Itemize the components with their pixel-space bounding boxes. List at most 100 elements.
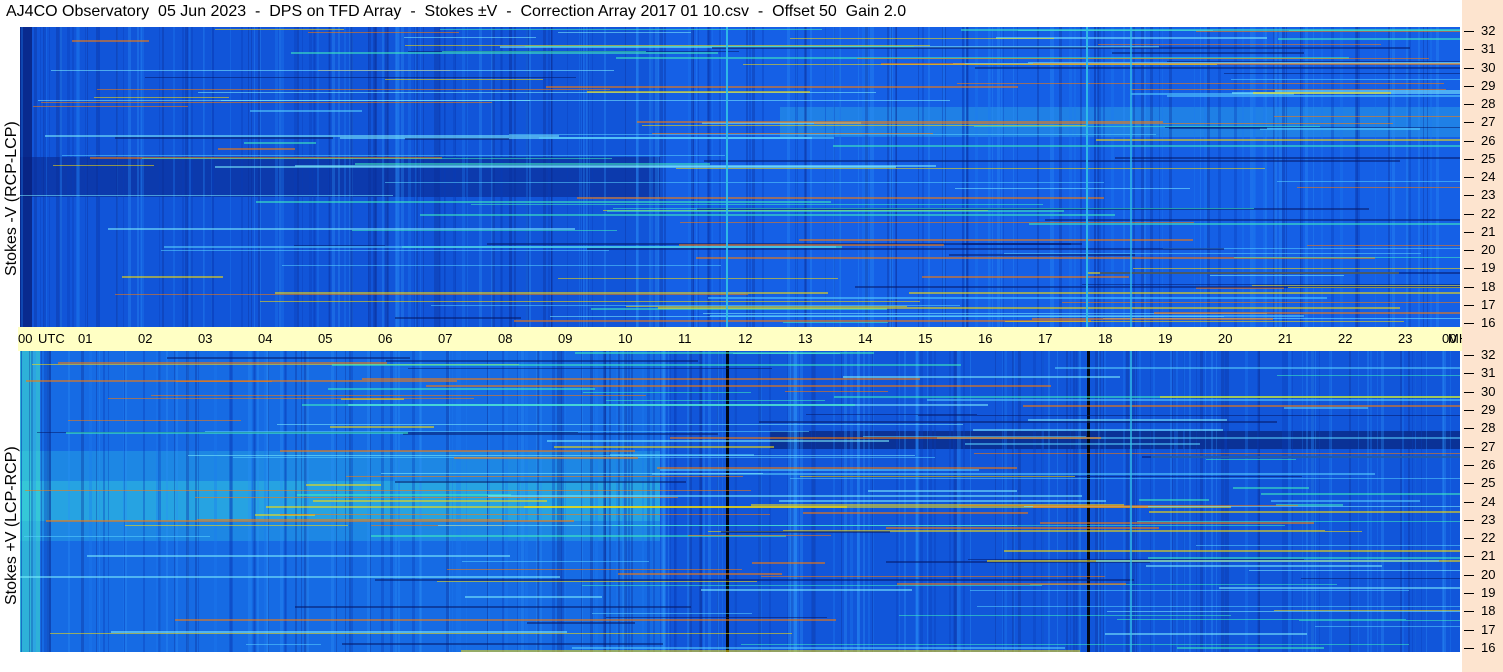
time-tick-label: 15	[918, 331, 933, 346]
freq-tick-mark	[1464, 519, 1474, 521]
freq-tick-label: 18	[1481, 278, 1496, 294]
title-bar: AJ4CO Observatory 05 Jun 2023 - DPS on T…	[0, 0, 1460, 27]
utc-label: UTC	[38, 331, 65, 346]
freq-tick-mark	[1464, 556, 1474, 558]
time-tick-label: 14	[858, 331, 873, 346]
time-tick-label: 22	[1338, 331, 1353, 346]
freq-tick-label: 20	[1481, 566, 1496, 582]
freq-tick-label: 26	[1481, 456, 1496, 472]
freq-tick-mark	[1464, 195, 1474, 197]
time-tick-label: 21	[1278, 331, 1293, 346]
freq-tick-mark	[1464, 538, 1474, 540]
freq-tick-mark	[1464, 304, 1474, 306]
freq-tick-mark	[1464, 373, 1474, 375]
freq-tick-label: 31	[1481, 41, 1496, 57]
freq-tick-mark	[1464, 409, 1474, 411]
freq-tick-mark	[1464, 250, 1474, 251]
freq-tick-mark	[1464, 67, 1474, 69]
freq-tick-label: 23	[1481, 187, 1496, 203]
freq-tick-label: 24	[1481, 169, 1496, 184]
time-tick-label: 16	[978, 331, 993, 346]
freq-tick-label: 19	[1481, 585, 1496, 601]
freq-tick-label: 27	[1481, 114, 1496, 130]
freq-tick-mark	[1464, 49, 1474, 51]
freq-tick-label: 30	[1481, 383, 1496, 399]
time-tick-label: 08	[498, 331, 513, 346]
freq-tick-label: 21	[1481, 223, 1496, 239]
time-tick-label: 04	[258, 331, 273, 346]
freq-tick-label: 18	[1481, 603, 1496, 619]
time-tick-label: 18	[1098, 331, 1113, 346]
freq-tick-mark	[1464, 355, 1474, 356]
freq-tick-mark	[1464, 268, 1474, 270]
top-panel-label: Stokes -V (RCP-LCP)	[3, 121, 20, 276]
freq-tick-label: 17	[1481, 621, 1496, 637]
time-tick-label: 11	[678, 331, 692, 346]
freq-tick-mark	[1464, 391, 1474, 393]
time-tick-label: 06	[378, 331, 393, 346]
freq-tick-mark	[1464, 428, 1474, 430]
freq-tick-mark	[1464, 177, 1474, 178]
bottom-panel-label: Stokes +V (LCP-RCP)	[3, 446, 20, 605]
freq-tick-label: 25	[1481, 150, 1496, 166]
time-tick-label: 09	[558, 331, 573, 346]
time-tick-label: 00	[18, 331, 33, 346]
freq-tick-label: 32	[1481, 23, 1496, 38]
freq-tick-mark	[1464, 629, 1474, 631]
freq-tick-label: 23	[1481, 511, 1496, 527]
freq-tick-label: 27	[1481, 438, 1496, 454]
freq-tick-label: 30	[1481, 59, 1496, 75]
time-tick-label: 17	[1038, 331, 1053, 346]
time-tick-label: 03	[198, 331, 213, 346]
bottom-spectrogram	[20, 351, 1460, 652]
freq-tick-label: 22	[1481, 530, 1496, 546]
time-tick-label: 05	[318, 331, 333, 346]
time-tick-label: 19	[1158, 331, 1173, 346]
freq-tick-mark	[1464, 122, 1474, 124]
freq-tick-mark	[1464, 501, 1474, 503]
freq-tick-mark	[1464, 648, 1474, 649]
freq-tick-label: 22	[1481, 205, 1496, 221]
freq-tick-label: 16	[1481, 315, 1496, 330]
freq-tick-label: 29	[1481, 77, 1496, 93]
freq-tick-mark	[1464, 611, 1474, 613]
spectrogram-image	[20, 351, 1460, 652]
freq-tick-label: 25	[1481, 475, 1496, 491]
time-tick-label: 23	[1398, 331, 1413, 346]
freq-tick-mark	[1464, 213, 1474, 215]
freq-tick-label: 28	[1481, 96, 1496, 111]
freq-tick-mark	[1464, 158, 1474, 160]
freq-tick-label: 26	[1481, 132, 1496, 148]
freq-tick-mark	[1464, 464, 1474, 466]
freq-tick-mark	[1464, 85, 1474, 87]
freq-tick-label: 24	[1481, 493, 1496, 509]
freq-tick-label: 31	[1481, 365, 1496, 381]
freq-tick-label: 32	[1481, 347, 1496, 362]
freq-tick-label: 19	[1481, 260, 1496, 276]
freq-tick-label: 16	[1481, 640, 1496, 655]
time-tick-label: 12	[738, 331, 753, 346]
freq-tick-label: 29	[1481, 401, 1496, 417]
frequency-axis: 32 31 30 29 28 27 26 25 24 23 22 21 20 19 18 17 16 32 31 30…	[1462, 0, 1503, 672]
time-tick-label: 07	[438, 331, 453, 346]
freq-tick-label: 21	[1481, 548, 1496, 564]
freq-tick-mark	[1464, 231, 1474, 233]
freq-tick-mark	[1464, 446, 1474, 448]
freq-tick-label: 17	[1481, 296, 1496, 312]
time-tick-label: 10	[618, 331, 633, 346]
freq-tick-mark	[1464, 140, 1474, 142]
time-tick-label: 13	[798, 331, 813, 346]
freq-tick-mark	[1464, 286, 1474, 288]
freq-tick-mark	[1464, 104, 1474, 105]
time-tick-label: 01	[78, 331, 93, 346]
time-axis: 00 01 02 03 04 05 06 07 08 09 10 11 12 13 14 15 16 17 18 19…	[18, 327, 1475, 351]
freq-tick-mark	[1464, 31, 1474, 32]
top-spectrogram	[20, 27, 1460, 327]
freq-tick-mark	[1464, 483, 1474, 485]
freq-tick-label: 20	[1481, 242, 1496, 257]
time-tick-label: 02	[138, 331, 153, 346]
freq-tick-mark	[1464, 323, 1474, 324]
spectrogram-image	[20, 27, 1460, 327]
freq-tick-mark	[1464, 593, 1474, 595]
chart-title: AJ4CO Observatory 05 Jun 2023 - DPS on T…	[6, 3, 907, 20]
